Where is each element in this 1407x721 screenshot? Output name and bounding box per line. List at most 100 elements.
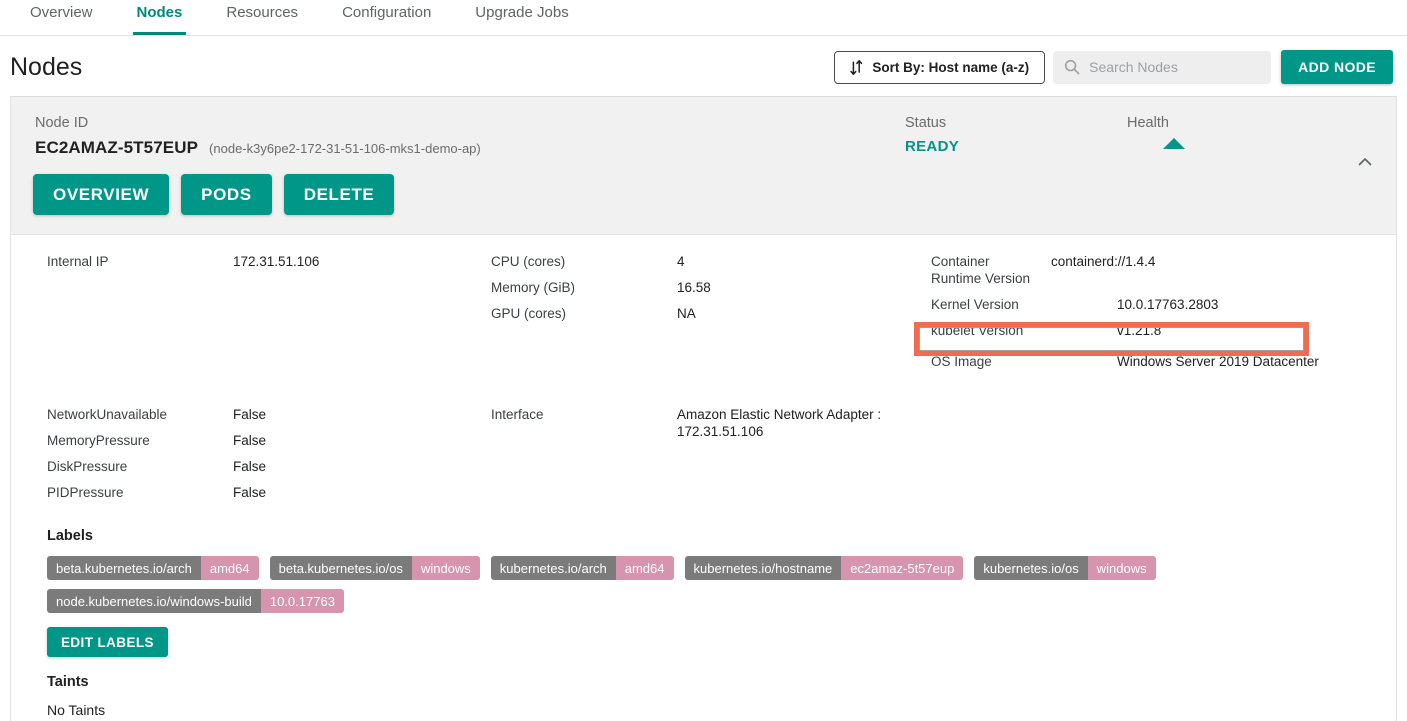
condition-value: False (233, 459, 267, 474)
condition-key: DiskPressure (47, 459, 128, 474)
detail-row: GPU (cores) NA (491, 305, 931, 322)
tab-upgrade-jobs[interactable]: Upgrade Jobs (453, 0, 590, 35)
detail-column-network: Internal IP 172.31.51.106 (47, 253, 491, 379)
detail-value: containerd://1.4.4 (1051, 254, 1156, 269)
detail-key: CPU (cores) (491, 254, 566, 269)
health-column: Health (1127, 115, 1277, 149)
detail-key: GPU (cores) (491, 306, 567, 321)
node-id-line: EC2AMAZ-5T57EUP (node-k3y6pe2-172-31-51-… (35, 138, 905, 158)
condition-row: NetworkUnavailable False (47, 406, 491, 423)
labels-chip-list: beta.kubernetes.io/arch amd64 beta.kuber… (47, 556, 1277, 613)
detail-column-capacity: CPU (cores) 4 Memory (GiB) 16.58 GPU (co… (491, 253, 931, 379)
detail-row: Internal IP 172.31.51.106 (47, 253, 491, 270)
chevron-up-icon[interactable] (1356, 153, 1374, 171)
node-id-column: Node ID EC2AMAZ-5T57EUP (node-k3y6pe2-17… (25, 115, 905, 158)
detail-key: Internal IP (47, 254, 109, 269)
detail-value: 16.58 (677, 280, 711, 295)
tab-label: Nodes (136, 4, 183, 21)
label-chip-key: beta.kubernetes.io/os (269, 556, 412, 580)
detail-value: 4 (677, 254, 685, 269)
edit-labels-button[interactable]: EDIT LABELS (47, 627, 168, 657)
condition-row: PIDPressure False (47, 484, 491, 501)
tab-active-underline (132, 32, 187, 35)
pods-button[interactable]: PODS (181, 174, 272, 215)
detail-key: Container Runtime Version (931, 254, 1031, 286)
condition-value: False (233, 407, 267, 422)
node-id-subtitle: (node-k3y6pe2-172-31-51-106-mks1-demo-ap… (209, 141, 481, 156)
label-chip-key: kubernetes.io/os (974, 556, 1088, 580)
interface-row: Interface Amazon Elastic Network Adapter… (491, 406, 931, 440)
label-chip-key: node.kubernetes.io/windows-build (47, 589, 261, 613)
detail-key: Kernel Version (931, 297, 1019, 312)
health-label: Health (1127, 115, 1169, 131)
add-node-button[interactable]: ADD NODE (1281, 50, 1393, 84)
node-id-value: EC2AMAZ-5T57EUP (35, 138, 199, 157)
sort-icon (850, 59, 863, 75)
search-input[interactable] (1053, 50, 1272, 84)
label-chip[interactable]: kubernetes.io/os windows (974, 556, 1156, 580)
node-actions: OVERVIEW PODS DELETE (11, 158, 1396, 234)
label-chip[interactable]: beta.kubernetes.io/arch amd64 (47, 556, 259, 580)
delete-button[interactable]: DELETE (283, 174, 395, 215)
condition-key: MemoryPressure (47, 433, 150, 448)
sort-by-label: Sort By: Host name (a-z) (872, 59, 1030, 75)
detail-row: Memory (GiB) 16.58 (491, 279, 931, 296)
detail-row: Kernel Version 10.0.17763.2803 (931, 296, 1361, 313)
condition-row: MemoryPressure False (47, 432, 491, 449)
label-chip[interactable]: kubernetes.io/arch amd64 (490, 556, 674, 580)
status-badge: READY (905, 138, 960, 155)
tab-nodes[interactable]: Nodes (115, 0, 205, 35)
page-header: Nodes Sort By: Host name (a-z) ADD NODE (0, 36, 1407, 96)
search-container (1053, 50, 1272, 84)
label-chip[interactable]: beta.kubernetes.io/os windows (269, 556, 480, 580)
tab-configuration[interactable]: Configuration (320, 0, 453, 35)
node-summary-row: Node ID EC2AMAZ-5T57EUP (node-k3y6pe2-17… (11, 115, 1396, 158)
condition-value: False (233, 485, 267, 500)
detail-value: NA (677, 306, 696, 321)
detail-row: Container Runtime Version containerd://1… (931, 253, 1361, 287)
header-toolbar: Sort By: Host name (a-z) ADD NODE (834, 50, 1393, 84)
detail-value: 172.31.51.106 (233, 254, 320, 269)
node-card-header: Node ID EC2AMAZ-5T57EUP (node-k3y6pe2-17… (11, 97, 1396, 234)
interface-value-line2: 172.31.51.106 (677, 424, 764, 439)
interface-value-line1: Amazon Elastic Network Adapter : (677, 407, 882, 422)
labels-section: Labels beta.kubernetes.io/arch amd64 bet… (11, 528, 1396, 657)
detail-row: kubelet Version v1.21.8 (931, 322, 1361, 339)
label-chip-value: 10.0.17763 (260, 589, 344, 613)
condition-row: DiskPressure False (47, 458, 491, 475)
label-chip-key: beta.kubernetes.io/arch (47, 556, 201, 580)
tab-resources[interactable]: Resources (204, 0, 320, 35)
label-chip-value: amd64 (615, 556, 674, 580)
overview-button[interactable]: OVERVIEW (33, 174, 170, 215)
tab-label: Upgrade Jobs (475, 4, 569, 21)
condition-key: NetworkUnavailable (47, 407, 168, 422)
tab-label: Overview (30, 4, 93, 21)
page-title: Nodes (10, 52, 83, 81)
taints-section: Taints No Taints ADD TAINTS (11, 674, 1396, 721)
label-chip-value: windows (1087, 556, 1156, 580)
detail-column-versions: Container Runtime Version containerd://1… (931, 253, 1361, 379)
tab-overview[interactable]: Overview (8, 0, 115, 35)
conditions-spacer (931, 406, 1361, 510)
label-chip[interactable]: node.kubernetes.io/windows-build 10.0.17… (47, 589, 344, 613)
taints-title: Taints (47, 674, 89, 690)
label-chip[interactable]: kubernetes.io/hostname ec2amaz-5t57eup (684, 556, 964, 580)
label-chip-value: ec2amaz-5t57eup (841, 556, 964, 580)
status-column: Status READY (905, 115, 1127, 155)
detail-row: CPU (cores) 4 (491, 253, 931, 270)
labels-title: Labels (47, 528, 93, 544)
detail-key: Memory (GiB) (491, 280, 575, 295)
node-card-body: Internal IP 172.31.51.106 CPU (cores) 4 … (11, 234, 1396, 721)
node-conditions-row: NetworkUnavailable False MemoryPressure … (11, 406, 1396, 510)
node-id-label: Node ID (35, 115, 89, 131)
tab-label: Configuration (342, 4, 432, 21)
label-chip-value: amd64 (200, 556, 259, 580)
interface-column: Interface Amazon Elastic Network Adapter… (491, 406, 931, 510)
sort-by-button[interactable]: Sort By: Host name (a-z) (834, 50, 1046, 84)
detail-key: kubelet Version (931, 323, 1024, 338)
conditions-column: NetworkUnavailable False MemoryPressure … (47, 406, 491, 510)
search-icon (1064, 59, 1080, 75)
taints-empty-text: No Taints (47, 702, 106, 718)
condition-value: False (233, 433, 267, 448)
node-detail-columns: Internal IP 172.31.51.106 CPU (cores) 4 … (11, 253, 1396, 379)
